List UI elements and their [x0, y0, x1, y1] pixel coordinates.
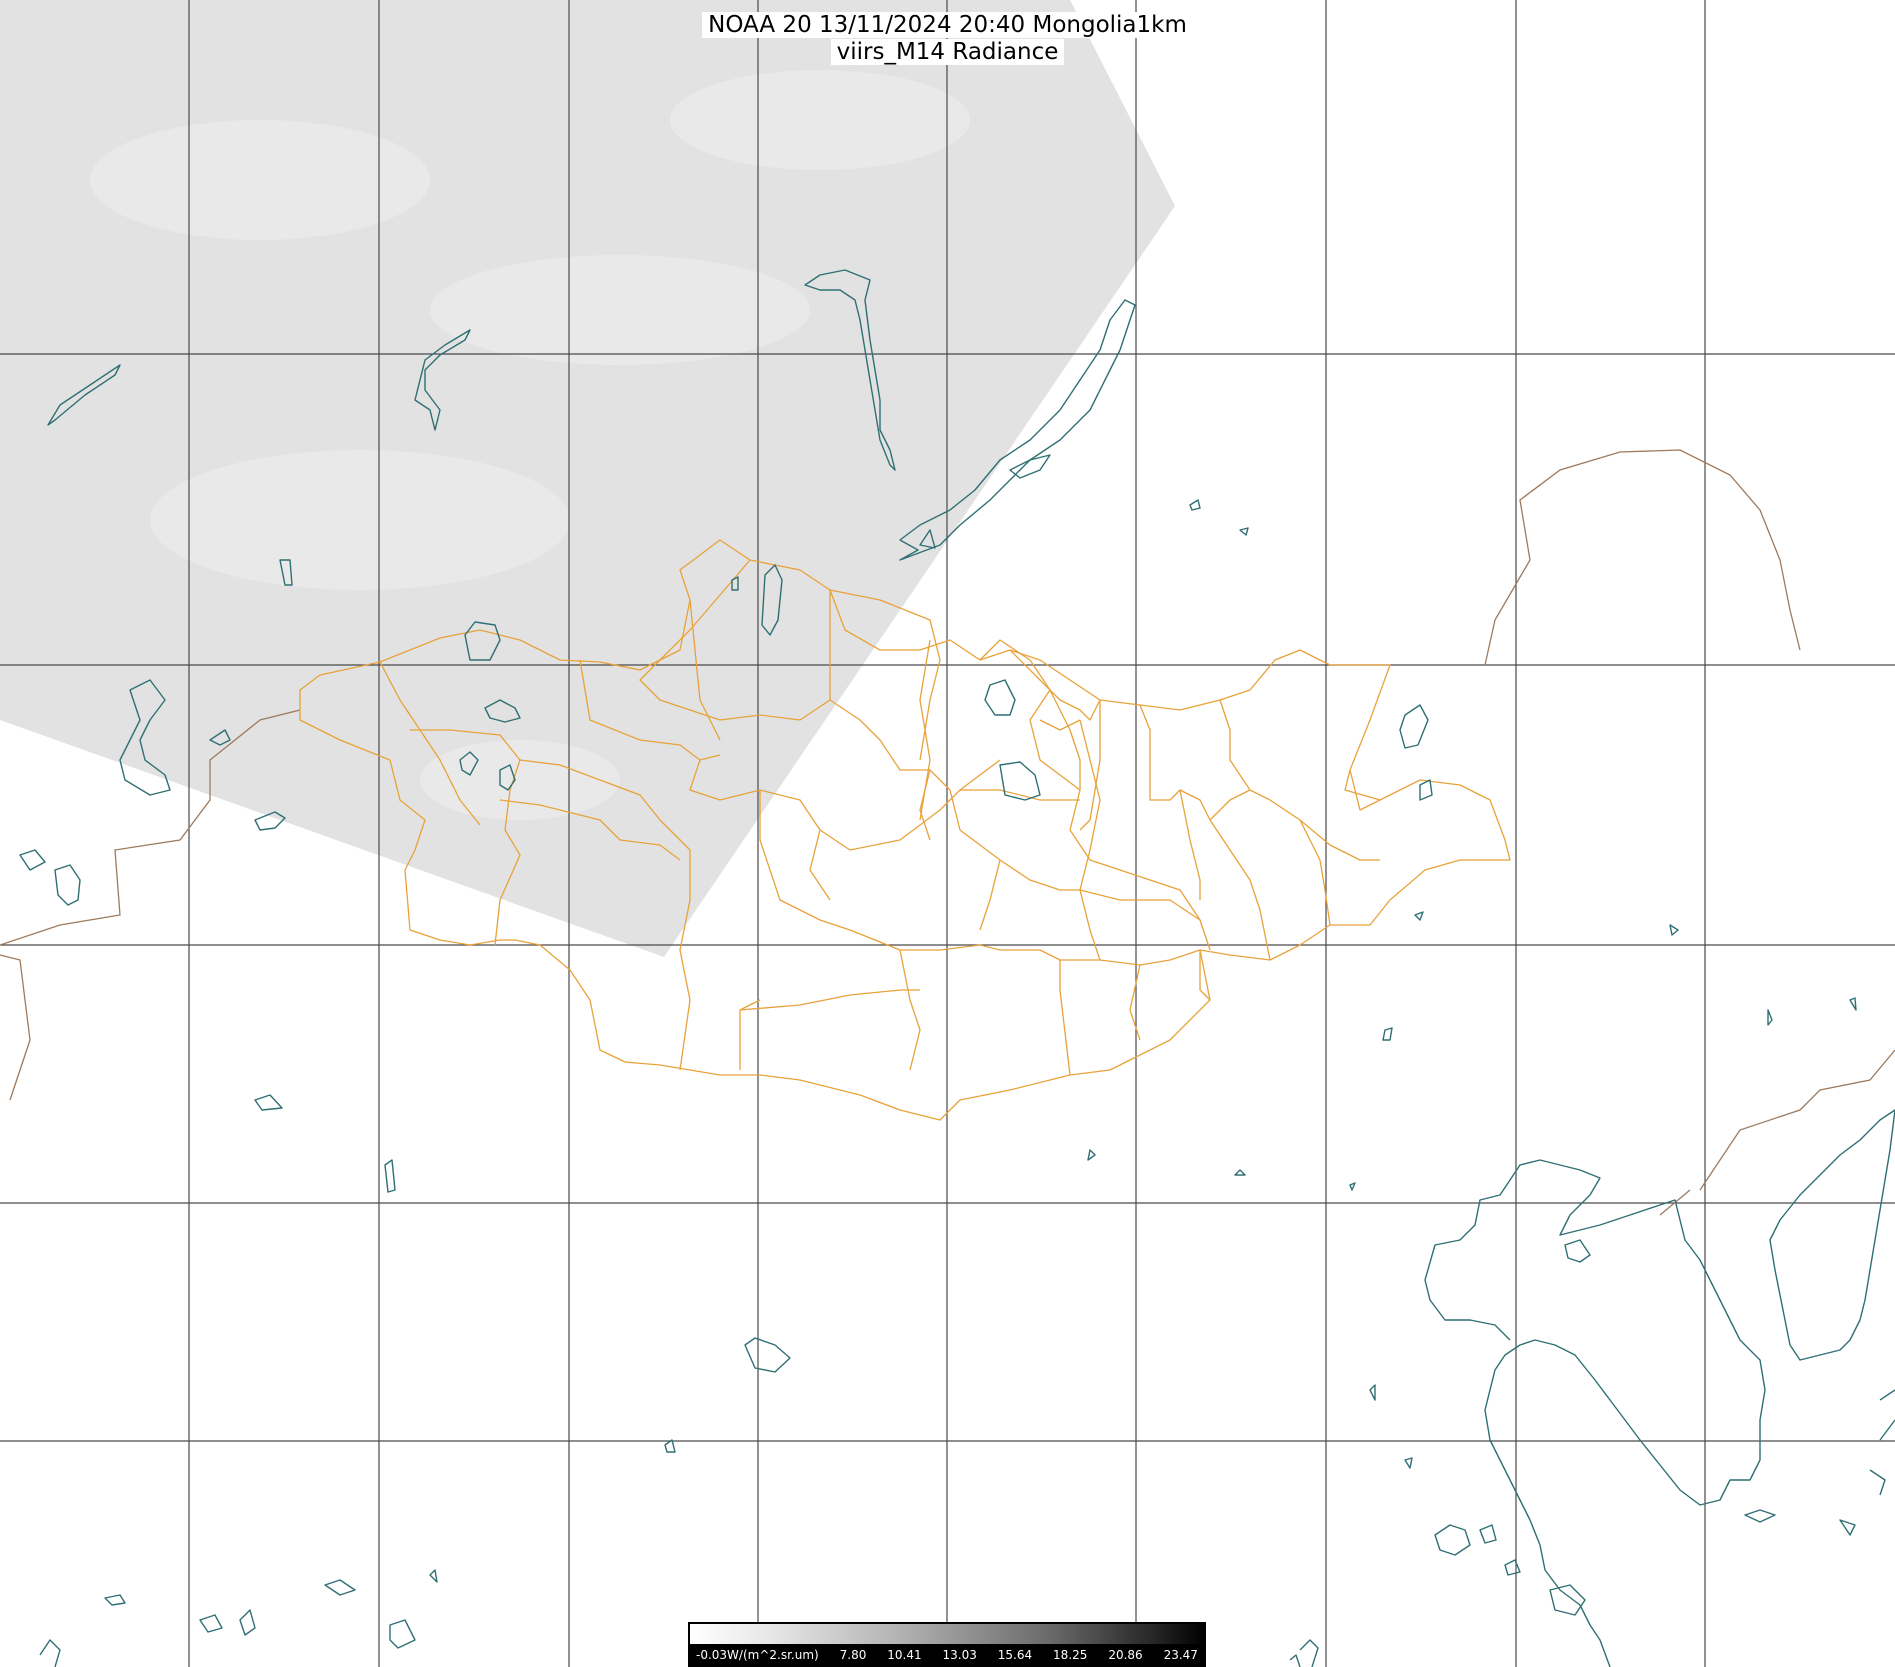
china-coastline [1424, 1159, 1766, 1667]
colorbar-label: 23.47 [1163, 1648, 1198, 1662]
korea-coastline [1769, 1109, 1895, 1361]
colorbar-legend: -0.03W/(m^2.sr.um) 7.80 10.41 13.03 15.6… [688, 1622, 1206, 1667]
colorbar-label: 18.25 [1053, 1648, 1088, 1662]
colorbar-label: 13.03 [942, 1648, 977, 1662]
colorbar-labels: -0.03W/(m^2.sr.um) 7.80 10.41 13.03 15.6… [690, 1645, 1204, 1665]
colorbar-label: 15.64 [997, 1648, 1033, 1662]
colorbar-label: 20.86 [1108, 1648, 1143, 1662]
map-view[interactable] [0, 0, 1895, 1667]
colorbar-ramp [690, 1624, 1204, 1644]
colorbar-label: 10.41 [887, 1648, 922, 1662]
colorbar-label: 7.80 [839, 1648, 867, 1662]
colorbar-label: -0.03W/(m^2.sr.um) [696, 1648, 819, 1662]
